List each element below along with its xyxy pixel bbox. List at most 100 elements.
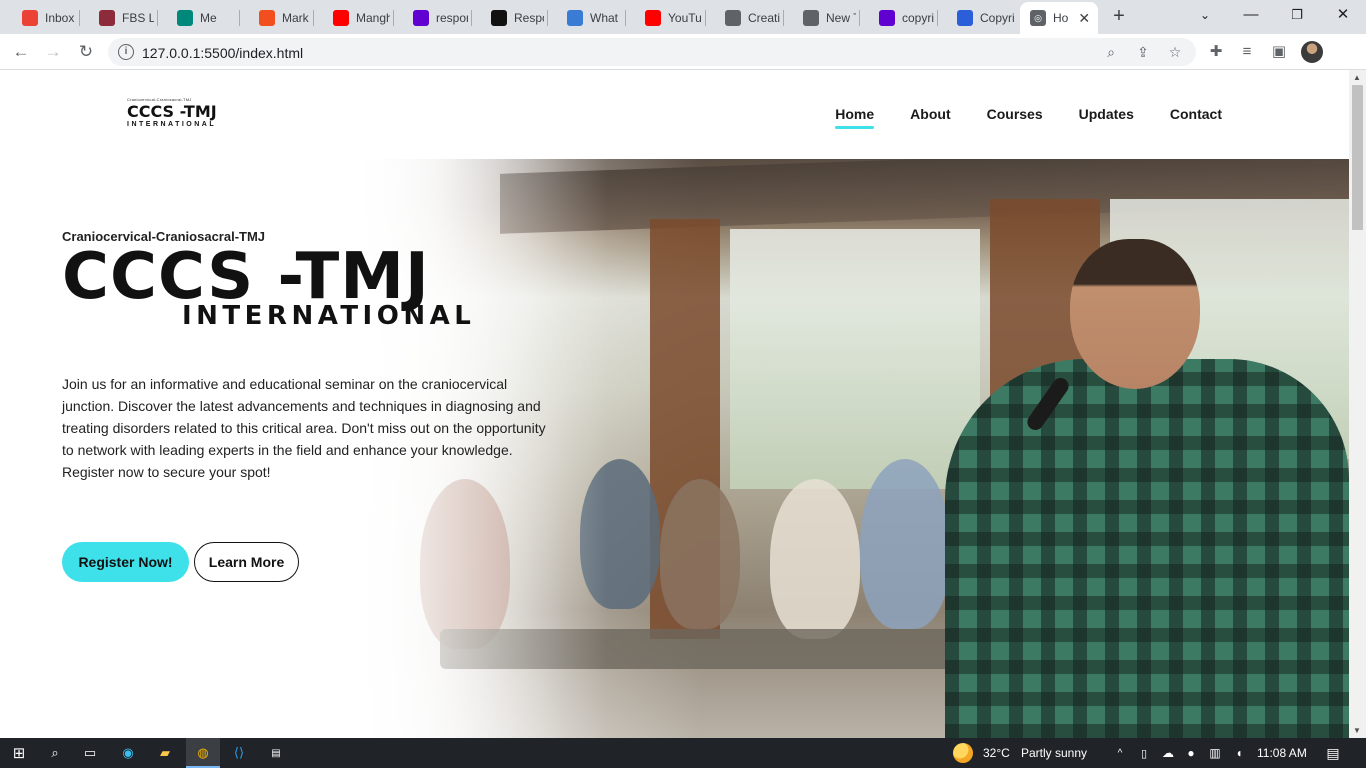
tab-separator xyxy=(471,10,472,26)
s-icon xyxy=(957,10,973,26)
reading-list-icon[interactable]: ≡ xyxy=(1236,41,1258,63)
browser-tab[interactable]: New Ta xyxy=(786,4,856,32)
tab-title: Copyri xyxy=(980,11,1015,25)
weather-condition[interactable]: Partly sunny xyxy=(1021,746,1087,760)
learn-more-button[interactable]: Learn More xyxy=(194,542,299,582)
clock[interactable]: 11:08 AM xyxy=(1257,746,1307,760)
globe-icon xyxy=(803,10,819,26)
address-bar[interactable]: i 127.0.0.1:5500/index.html ⌕ ⇪ ☆ xyxy=(108,38,1196,66)
browser-tab[interactable]: copyrig xyxy=(862,4,934,32)
browser-tab[interactable]: Me xyxy=(160,4,236,32)
share-icon[interactable]: ⇪ xyxy=(1134,43,1152,61)
extensions-icon[interactable]: ✚ xyxy=(1205,41,1227,63)
side-panel-icon[interactable]: ▣ xyxy=(1268,41,1290,63)
page-scrollbar[interactable]: ▲ ▼ xyxy=(1349,70,1366,738)
scroll-up-icon[interactable]: ▲ xyxy=(1353,73,1361,82)
browser-tab[interactable]: Creativ xyxy=(708,4,780,32)
tab-separator xyxy=(79,10,80,26)
chrome-icon[interactable]: ◍ xyxy=(193,743,213,763)
register-now-button[interactable]: Register Now! xyxy=(62,542,189,582)
tab-title: Inbox ( xyxy=(45,11,77,25)
fbs-icon xyxy=(99,10,115,26)
battery-icon[interactable]: ▯ xyxy=(1134,743,1154,763)
nav-courses[interactable]: Courses xyxy=(987,106,1043,128)
back-button[interactable]: ← xyxy=(10,41,32,63)
page-viewport: Craniocervical-Craniosacral-TMJ CCCS -TM… xyxy=(0,70,1349,738)
nav-updates[interactable]: Updates xyxy=(1079,106,1134,128)
tab-separator xyxy=(239,10,240,26)
search-icon[interactable]: ⌕ xyxy=(45,743,65,763)
tab-separator xyxy=(547,10,548,26)
tab-title: New Ta xyxy=(826,11,856,25)
task-view-icon[interactable]: ▭ xyxy=(80,743,100,763)
weather-icon[interactable] xyxy=(953,743,973,763)
google-meet-icon xyxy=(177,10,193,26)
browser-tab[interactable]: Copyri xyxy=(940,4,1018,32)
main-nav: Home About Courses Updates Contact xyxy=(835,106,1222,129)
browser-tab[interactable]: FBS Lea xyxy=(82,4,154,32)
tab-separator xyxy=(313,10,314,26)
minimize-button[interactable]: — xyxy=(1236,4,1266,26)
weather-temp[interactable]: 32°C xyxy=(983,746,1010,760)
profile-avatar[interactable] xyxy=(1301,41,1323,63)
scroll-down-icon[interactable]: ▼ xyxy=(1353,726,1361,735)
globe-icon xyxy=(725,10,741,26)
tab-active[interactable]: ◎ Ho ✕ xyxy=(1020,2,1098,34)
youtube-icon xyxy=(645,10,661,26)
fx-icon xyxy=(567,10,583,26)
tab-title: Respon xyxy=(514,11,544,25)
site-info-icon[interactable]: i xyxy=(118,44,134,60)
notifications-icon[interactable]: ▤ xyxy=(1323,743,1343,763)
terminal-icon[interactable]: ▤ xyxy=(266,743,286,763)
hero-title: CCCS -TMJ xyxy=(62,240,430,314)
file-explorer-icon[interactable]: ▰ xyxy=(155,743,175,763)
microphone-icon[interactable]: ● xyxy=(1181,743,1201,763)
browser-tab[interactable]: What Is xyxy=(550,4,622,32)
browser-tab-strip: Inbox ( FBS Lea Me Mark Jo Mangh respon Respon… xyxy=(0,0,1366,34)
browser-tab[interactable]: YouTub xyxy=(628,4,702,32)
network-icon[interactable]: ▥ xyxy=(1205,743,1225,763)
bookmark-star-icon[interactable]: ☆ xyxy=(1166,43,1184,61)
globe-icon: ◎ xyxy=(1030,10,1046,26)
tab-title: respon xyxy=(436,11,468,25)
reload-button[interactable]: ↻ xyxy=(75,41,97,63)
tab-title: What Is xyxy=(590,11,622,25)
windows-start-icon[interactable]: ⊞ xyxy=(9,743,29,763)
windows-taskbar: ⊞ ⌕ ▭ ◉ ▰ ◍ ⟨⟩ ▤ 32°C Partly sunny ^ ▯ ☁… xyxy=(0,738,1366,768)
nav-contact[interactable]: Contact xyxy=(1170,106,1222,128)
browser-tab[interactable]: Inbox ( xyxy=(5,4,77,32)
forward-button[interactable]: → xyxy=(42,41,64,63)
close-tab-icon[interactable]: ✕ xyxy=(1078,10,1090,27)
browser-tab[interactable]: respon xyxy=(396,4,468,32)
tab-title: Mark Jo xyxy=(282,11,310,25)
nav-about[interactable]: About xyxy=(910,106,950,128)
browser-tab[interactable]: Respon xyxy=(474,4,544,32)
site-header: Craniocervical-Craniosacral-TMJ CCCS -TM… xyxy=(0,70,1349,159)
tab-title: copyrig xyxy=(902,11,934,25)
tab-title: Mangh xyxy=(356,11,390,25)
tab-separator xyxy=(859,10,860,26)
browser-tab[interactable]: Mark Jo xyxy=(242,4,310,32)
site-logo[interactable]: Craniocervical-Craniosacral-TMJ CCCS -TM… xyxy=(127,97,217,128)
vscode-icon[interactable]: ⟨⟩ xyxy=(229,743,249,763)
figma-icon xyxy=(259,10,275,26)
tab-separator xyxy=(625,10,626,26)
show-hidden-icons[interactable]: ^ xyxy=(1110,743,1130,763)
tab-search-icon[interactable]: ⌄ xyxy=(1190,4,1220,26)
browser-toolbar: ← → ↻ i 127.0.0.1:5500/index.html ⌕ ⇪ ☆ xyxy=(0,34,1366,70)
edge-icon[interactable]: ◉ xyxy=(118,743,138,763)
hero-description: Join us for an informative and education… xyxy=(62,376,546,480)
nav-home[interactable]: Home xyxy=(835,106,874,129)
url-text[interactable]: 127.0.0.1:5500/index.html xyxy=(142,45,303,61)
new-tab-button[interactable]: + xyxy=(1108,6,1130,28)
browser-tab[interactable]: Mangh xyxy=(316,4,390,32)
restore-button[interactable]: ❐ xyxy=(1282,4,1312,26)
tab-title: YouTub xyxy=(668,11,702,25)
onedrive-icon[interactable]: ☁ xyxy=(1158,743,1178,763)
close-window-button[interactable]: ✕ xyxy=(1328,4,1358,26)
tab-separator xyxy=(157,10,158,26)
scrollbar-thumb[interactable] xyxy=(1352,85,1363,230)
volume-icon[interactable]: ◖ xyxy=(1229,743,1249,763)
zoom-icon[interactable]: ⌕ xyxy=(1102,43,1120,61)
gmail-icon xyxy=(22,10,38,26)
